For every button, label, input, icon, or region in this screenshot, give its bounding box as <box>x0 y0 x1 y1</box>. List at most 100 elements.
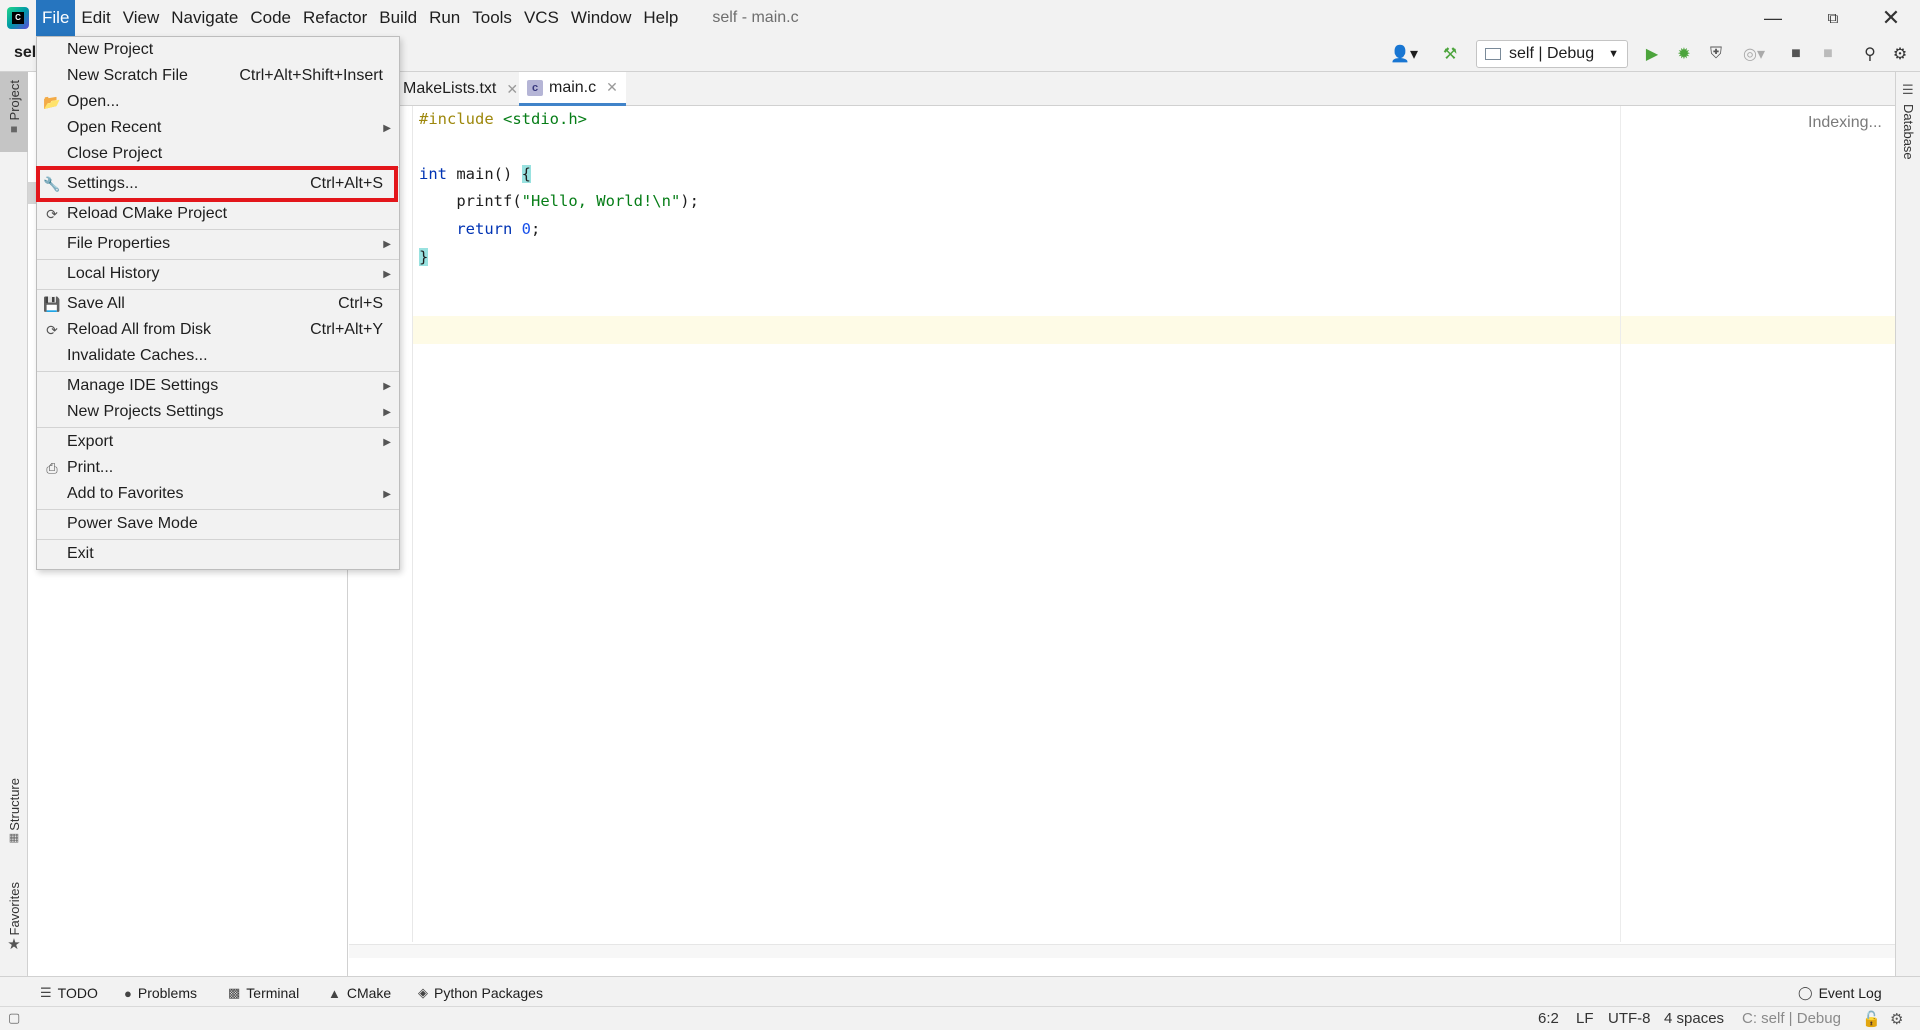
account-icon[interactable]: 👤▾ <box>1388 42 1420 66</box>
menu-separator <box>37 229 399 230</box>
editor-horizontal-scrollbar[interactable] <box>349 944 1895 958</box>
run-configuration-select[interactable]: self | Debug ▼ <box>1476 40 1628 68</box>
submenu-arrow-icon: ▶ <box>383 380 391 392</box>
list-icon: ☰ <box>40 985 52 1000</box>
menu-item-save-all[interactable]: 💾 Save All Ctrl+S <box>37 291 399 317</box>
tool-tab-project[interactable]: Project ■ <box>0 72 28 152</box>
menu-item-manage-ide-settings[interactable]: Manage IDE Settings ▶ <box>37 373 399 399</box>
menu-item-reload-all-from-disk[interactable]: ⟳ Reload All from Disk Ctrl+Alt+Y <box>37 317 399 343</box>
stop-icon[interactable]: ■ <box>1816 42 1840 66</box>
menu-separator <box>37 509 399 510</box>
package-icon: ◈ <box>418 985 428 1000</box>
menu-item-invalidate-caches[interactable]: Invalidate Caches... <box>37 343 399 369</box>
submenu-arrow-icon: ▶ <box>383 122 391 134</box>
caret-position[interactable]: 6:2 <box>1538 1010 1559 1027</box>
attach-process-icon[interactable]: ■ <box>1784 42 1808 66</box>
close-window-button[interactable]: ✕ <box>1862 0 1920 36</box>
project-breadcrumb[interactable]: sel <box>14 44 36 62</box>
tool-tab-project-label: Project <box>6 80 22 121</box>
menu-item-export[interactable]: Export ▶ <box>37 429 399 455</box>
tab-main-c[interactable]: c main.c ✕ <box>519 72 626 106</box>
tool-tab-structure[interactable]: Structure ▦ <box>0 778 28 858</box>
editor-tab-bar: MakeLists.txt ✕ c main.c ✕ <box>349 72 1895 106</box>
tool-problems[interactable]: ● Problems <box>124 982 197 1004</box>
right-tool-stripe: ☰ Database <box>1895 72 1920 976</box>
menu-item-open-recent[interactable]: Open Recent ▶ <box>37 115 399 141</box>
context-selector[interactable]: C: self | Debug <box>1742 1010 1841 1027</box>
tool-python-packages[interactable]: ◈ Python Packages <box>418 982 543 1004</box>
minimize-icon: — <box>1764 7 1782 28</box>
tool-problems-label: Problems <box>137 985 197 1001</box>
submenu-arrow-icon: ▶ <box>383 406 391 418</box>
tool-todo[interactable]: ☰ TODO <box>40 982 98 1004</box>
terminal-icon: ▩ <box>228 985 241 1000</box>
line-separator[interactable]: LF <box>1576 1010 1594 1027</box>
coverage-icon[interactable]: ⛨ <box>1704 42 1728 66</box>
file-menu-dropdown: New Project New Scratch File Ctrl+Alt+Shi… <box>36 36 400 570</box>
tab-main-c-label: main.c <box>549 78 597 96</box>
menu-item-new-scratch-file[interactable]: New Scratch File Ctrl+Alt+Shift+Insert <box>37 63 399 89</box>
right-margin-guide <box>1620 106 1621 942</box>
menu-item-exit[interactable]: Exit <box>37 541 399 567</box>
tool-event-log[interactable]: ◯ Event Log <box>1798 982 1882 1004</box>
tool-todo-label: TODO <box>57 985 98 1001</box>
menu-item-new-project[interactable]: New Project <box>37 37 399 63</box>
restore-icon: ⧉ <box>1827 9 1839 27</box>
menu-item-add-to-favorites[interactable]: Add to Favorites ▶ <box>37 481 399 507</box>
left-tool-stripe: Project ■ Structure ▦ Favorites ★ <box>0 72 28 976</box>
menu-navigate[interactable]: Navigate <box>165 0 244 36</box>
menu-item-local-history[interactable]: Local History ▶ <box>37 261 399 287</box>
lock-icon[interactable]: 🔓 <box>1862 1010 1881 1028</box>
tool-terminal[interactable]: ▩ Terminal <box>228 982 299 1004</box>
menu-help[interactable]: Help <box>637 0 684 36</box>
menu-run[interactable]: Run <box>423 0 466 36</box>
window-title: self - main.c <box>712 9 799 26</box>
menu-build[interactable]: Build <box>373 0 423 36</box>
menu-item-print[interactable]: ⎙ Print... <box>37 455 399 481</box>
menu-separator <box>37 289 399 290</box>
close-icon[interactable]: ✕ <box>506 81 518 98</box>
folder-open-icon: 📂 <box>43 93 61 110</box>
menu-item-power-save-mode[interactable]: Power Save Mode <box>37 511 399 537</box>
tab-cmakelists[interactable]: MakeLists.txt ✕ <box>395 72 526 106</box>
bottom-tool-bar: ☰ TODO ● Problems ▩ Terminal ▲ CMake ◈ Python… <box>0 976 1920 1006</box>
current-line-highlight <box>413 316 1895 344</box>
restore-button[interactable]: ⧉ <box>1804 0 1862 36</box>
menu-separator <box>37 427 399 428</box>
code-line-5: return 0; <box>456 220 541 238</box>
database-icon: ☰ <box>1902 82 1914 97</box>
menu-tools[interactable]: Tools <box>466 0 518 36</box>
menu-item-close-project[interactable]: Close Project <box>37 141 399 167</box>
menu-code[interactable]: Code <box>244 0 297 36</box>
inspection-icon[interactable]: ⚙ <box>1890 1010 1903 1028</box>
run-icon[interactable]: ▶ <box>1640 42 1664 66</box>
profile-icon[interactable]: ◎▾ <box>1736 42 1772 66</box>
menu-window[interactable]: Window <box>565 0 637 36</box>
close-icon[interactable]: ✕ <box>606 79 618 96</box>
menu-view[interactable]: View <box>117 0 166 36</box>
tool-cmake[interactable]: ▲ CMake <box>328 982 391 1004</box>
build-hammer-icon[interactable]: ⚒ <box>1438 42 1462 66</box>
debug-icon[interactable]: ✹ <box>1672 42 1696 66</box>
panel-toggle-icon[interactable]: ▢ <box>8 1010 20 1026</box>
gear-icon[interactable]: ⚙ <box>1888 42 1912 66</box>
file-encoding[interactable]: UTF-8 <box>1608 1010 1651 1027</box>
menu-item-reload-cmake[interactable]: ⟳ Reload CMake Project <box>37 201 399 227</box>
run-config-label: self | Debug <box>1509 45 1595 62</box>
menu-item-new-projects-settings[interactable]: New Projects Settings ▶ <box>37 399 399 425</box>
tool-tab-favorites[interactable]: Favorites ★ <box>0 882 28 968</box>
menu-item-open[interactable]: 📂 Open... <box>37 89 399 115</box>
structure-icon: ▦ <box>8 831 20 844</box>
folder-icon: ■ <box>10 122 18 137</box>
menu-separator <box>37 539 399 540</box>
menu-refactor[interactable]: Refactor <box>297 0 373 36</box>
tool-tab-database[interactable]: Database <box>1901 104 1916 160</box>
menu-edit[interactable]: Edit <box>75 0 116 36</box>
code-editor[interactable]: #include <stdio.h> int main() { printf("… <box>413 106 1895 942</box>
indent-setting[interactable]: 4 spaces <box>1664 1010 1724 1027</box>
minimize-button[interactable]: — <box>1744 0 1802 36</box>
search-icon[interactable]: ⚲ <box>1858 42 1882 66</box>
menu-vcs[interactable]: VCS <box>518 0 565 36</box>
menu-file[interactable]: File <box>36 0 76 36</box>
menu-item-file-properties[interactable]: File Properties ▶ <box>37 231 399 257</box>
